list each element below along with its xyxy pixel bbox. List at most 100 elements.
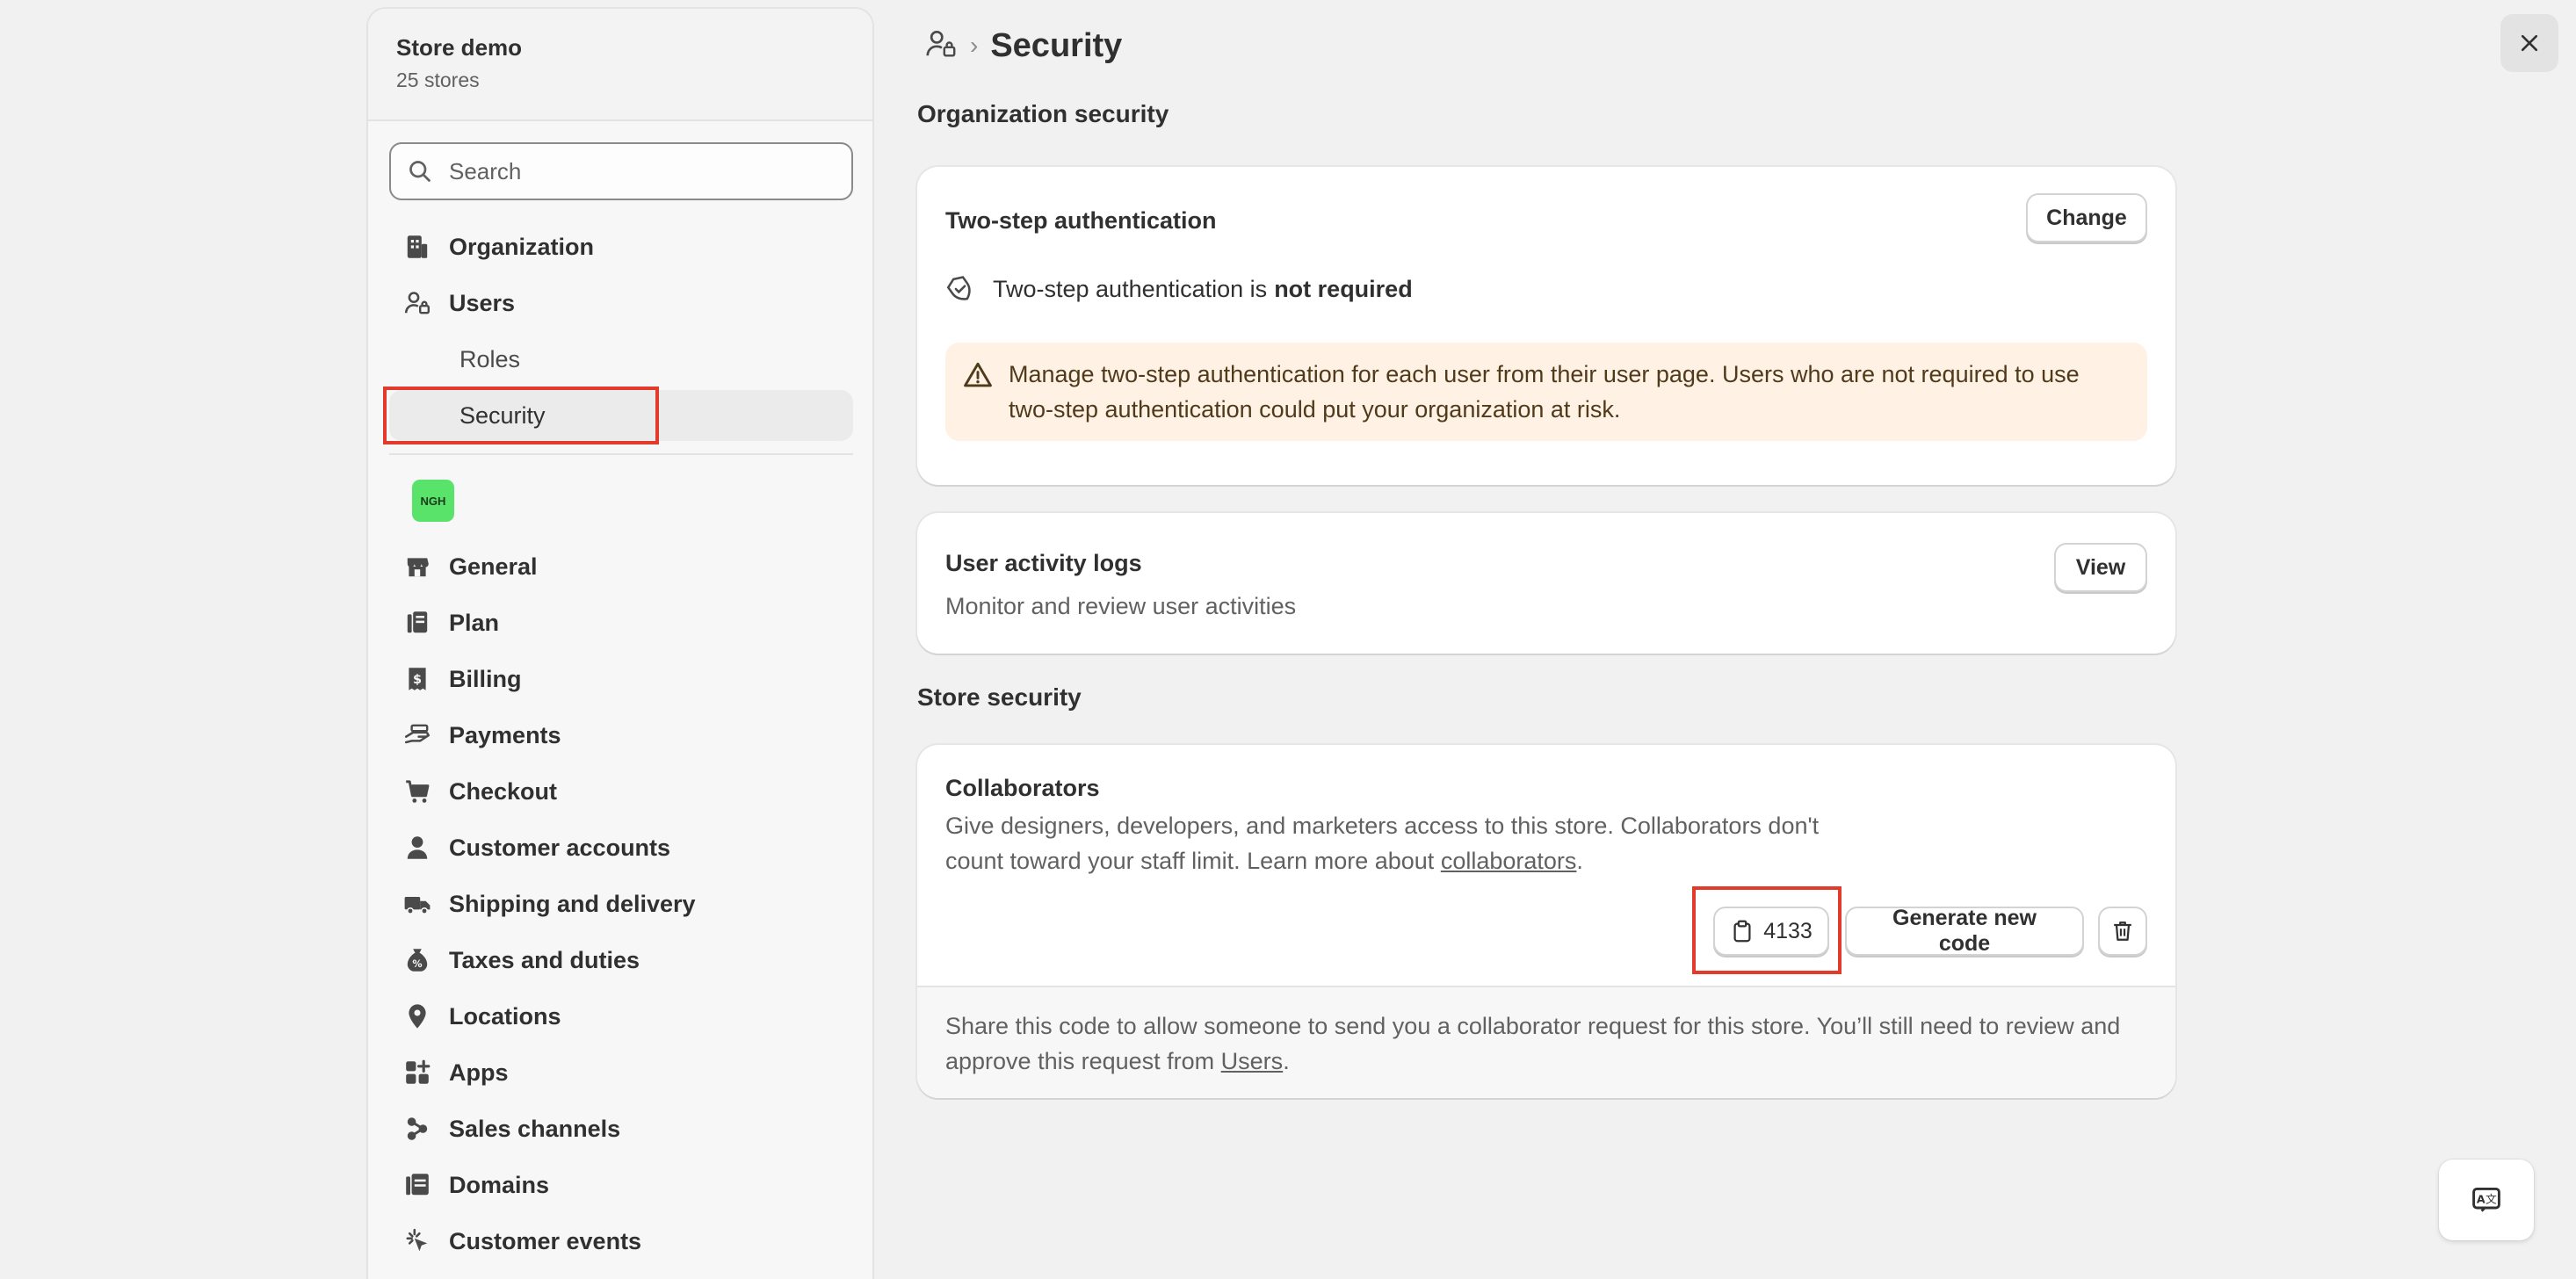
sidebar-item-roles[interactable]: Roles (389, 334, 853, 385)
truck-icon (400, 886, 435, 921)
collaborators-footer: Share this code to allow someone to send… (917, 986, 2175, 1098)
org-nav: Organization Users Roles Security NGH Ge… (389, 221, 853, 1272)
warning-banner: Manage two-step authentication for each … (945, 343, 2147, 441)
breadcrumb: › Security (924, 21, 1122, 70)
sidebar-item-label: Locations (449, 1002, 561, 1030)
close-button[interactable] (2500, 14, 2558, 72)
footer-text: Share this code to allow someone to send… (945, 1013, 2121, 1074)
sidebar-item-domains[interactable]: Domains (389, 1160, 853, 1210)
store-name: Store demo (396, 34, 523, 61)
search-icon (409, 161, 431, 182)
status-value: not required (1274, 275, 1413, 302)
chevron-right-icon: › (970, 32, 979, 59)
sidebar-item-checkout[interactable]: Checkout (389, 766, 853, 817)
page-title: Security (990, 26, 1123, 64)
sidebar-item-label: Billing (449, 665, 522, 692)
sidebar-item-apps[interactable]: Apps (389, 1047, 853, 1098)
svg-text:$: $ (413, 673, 422, 687)
period: . (1283, 1048, 1290, 1074)
store-avatar[interactable]: NGH (412, 480, 454, 522)
sidebar-item-label: Taxes and duties (449, 946, 640, 973)
status-text: Two-step authentication is (993, 275, 1268, 302)
period: . (1576, 848, 1583, 874)
sidebar-item-label: Users (449, 289, 516, 316)
sidebar-divider (389, 453, 853, 455)
shield-check-icon (946, 276, 971, 300)
card-description: Give designers, developers, and marketer… (945, 808, 1842, 878)
sidebar-item-label: Customer events (449, 1227, 642, 1254)
settings-sidebar: Store demo 25 stores Organization Users … (366, 7, 874, 1279)
activity-logs-card: User activity logs Monitor and review us… (917, 513, 2175, 654)
translate-icon: A文 (2472, 1187, 2500, 1212)
sidebar-item-label: Checkout (449, 777, 558, 805)
highlight-box-code (1692, 886, 1842, 974)
sidebar-item-payments[interactable]: Payments (389, 710, 853, 761)
warning-icon (964, 362, 992, 387)
close-icon (2521, 34, 2538, 52)
delete-code-button[interactable] (2098, 907, 2147, 956)
two-step-card: Two-step authentication Change Two-step … (917, 167, 2175, 485)
svg-text:%: % (412, 958, 422, 970)
payments-icon (400, 718, 435, 753)
store-icon (400, 549, 435, 584)
collaborators-link[interactable]: collaborators (1441, 848, 1577, 874)
sidebar-item-label: Shipping and delivery (449, 890, 696, 917)
sidebar-item-general[interactable]: General (389, 541, 853, 592)
trash-icon (2114, 921, 2131, 941)
sidebar-item-label: Customer accounts (449, 834, 671, 861)
tax-bag-icon: % (400, 943, 435, 978)
cursor-click-icon (400, 1224, 435, 1259)
store-count: 25 stores (396, 69, 480, 91)
svg-text:文: 文 (2486, 1193, 2497, 1206)
sidebar-item-billing[interactable]: $ Billing (389, 654, 853, 705)
users-lock-icon[interactable] (924, 27, 958, 65)
sidebar-item-label: Domains (449, 1171, 550, 1198)
person-icon (400, 830, 435, 865)
billing-icon: $ (400, 661, 435, 697)
building-icon (400, 229, 435, 264)
sales-channels-icon (400, 1111, 435, 1146)
translate-button[interactable]: A文 (2439, 1160, 2534, 1240)
sidebar-item-customer-accounts[interactable]: Customer accounts (389, 822, 853, 873)
sidebar-item-taxes[interactable]: % Taxes and duties (389, 935, 853, 986)
sidebar-item-locations[interactable]: Locations (389, 991, 853, 1042)
sidebar-item-label: Apps (449, 1059, 509, 1086)
card-description: Monitor and review user activities (945, 593, 1297, 619)
section-title-store-security: Store security (917, 683, 1082, 711)
sidebar-item-customer-events[interactable]: Customer events (389, 1216, 853, 1267)
store-nav: General Plan $ Billing Payments Checkout (389, 541, 853, 1267)
users-lock-icon (400, 285, 435, 321)
sidebar-item-label: Organization (449, 233, 595, 260)
sidebar-item-label: Sales channels (449, 1115, 621, 1142)
svg-text:A: A (2477, 1193, 2486, 1206)
view-button[interactable]: View (2054, 543, 2147, 592)
sidebar-item-plan[interactable]: Plan (389, 597, 853, 648)
location-pin-icon (400, 999, 435, 1034)
users-link[interactable]: Users (1221, 1048, 1284, 1074)
sidebar-item-label: Plan (449, 609, 500, 636)
two-step-status: Two-step authentication is not required (945, 274, 1413, 304)
sidebar-item-label: General (449, 553, 538, 580)
warning-text: Manage two-step authentication for each … (1009, 361, 2080, 423)
apps-icon (400, 1055, 435, 1090)
sidebar-item-sales-channels[interactable]: Sales channels (389, 1103, 853, 1154)
collaborators-card: Collaborators Give designers, developers… (917, 745, 2175, 1098)
card-title: User activity logs (945, 550, 1142, 576)
store-switcher[interactable]: Store demo 25 stores (368, 9, 872, 121)
sidebar-item-organization[interactable]: Organization (389, 221, 853, 272)
page: Store demo 25 stores Organization Users … (0, 0, 2576, 1279)
domains-icon (400, 1167, 435, 1203)
change-button[interactable]: Change (2026, 193, 2147, 242)
sidebar-item-shipping[interactable]: Shipping and delivery (389, 878, 853, 929)
card-title: Two-step authentication (945, 207, 1217, 234)
plan-icon (400, 605, 435, 640)
cart-icon (400, 774, 435, 809)
card-title: Collaborators (945, 775, 1100, 801)
sidebar-item-users[interactable]: Users (389, 278, 853, 329)
sidebar-item-label: Payments (449, 721, 561, 748)
search-input[interactable] (449, 157, 836, 185)
sidebar-item-label: Roles (459, 345, 521, 372)
search-field[interactable] (389, 142, 853, 200)
generate-new-code-button[interactable]: Generate new code (1845, 906, 2084, 956)
description-text: Give designers, developers, and marketer… (945, 813, 1820, 874)
